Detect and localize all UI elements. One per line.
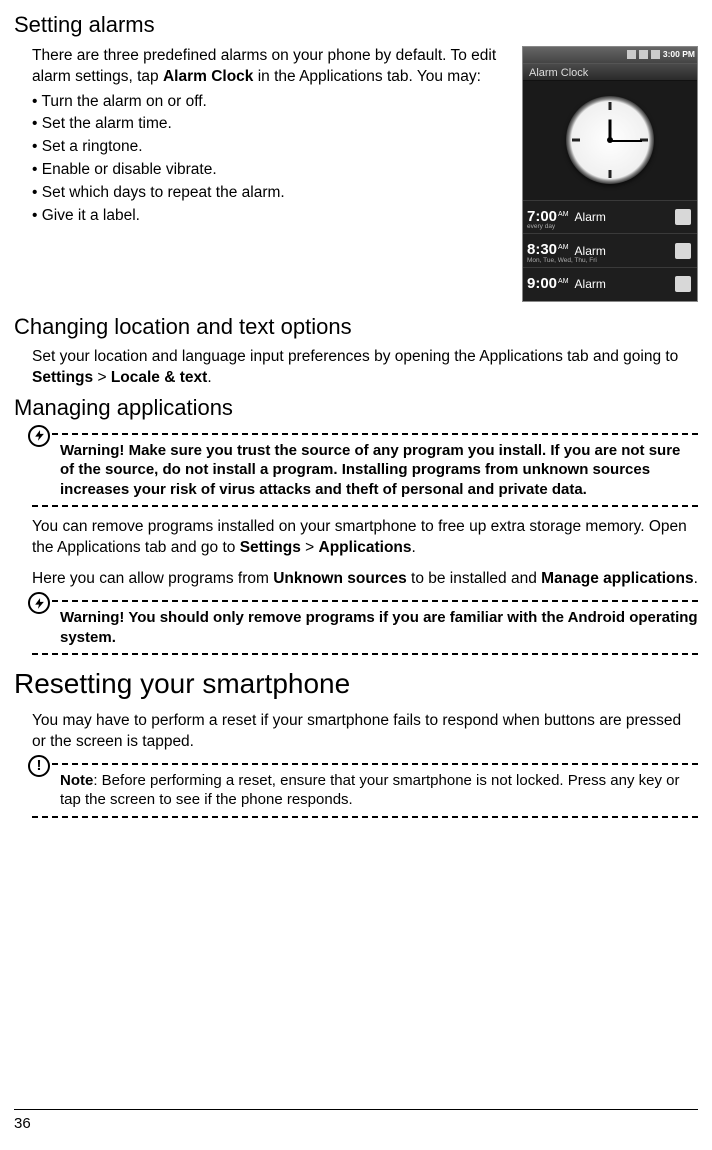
warning-text: Warning! Make sure you trust the source …	[60, 441, 698, 500]
reset-paragraph: You may have to perform a reset if your …	[32, 711, 698, 753]
analog-clock	[523, 81, 697, 200]
bluetooth-icon	[627, 50, 636, 59]
warning-icon	[28, 425, 50, 447]
warning-callout: Warning! You should only remove programs…	[32, 600, 698, 655]
alarm-ampm: AM	[558, 210, 569, 219]
heading-managing-apps: Managing applications	[14, 393, 698, 423]
alarm-time: 9:00	[527, 274, 557, 294]
location-paragraph: Set your location and language input pre…	[32, 347, 698, 389]
remove-programs-paragraph: You can remove programs installed on you…	[32, 517, 698, 559]
alarm-checkbox[interactable]	[675, 209, 691, 225]
note-callout: Note: Before performing a reset, ensure …	[32, 763, 698, 818]
warning-callout: Warning! Make sure you trust the source …	[32, 433, 698, 508]
alarm-days: Mon, Tue, Wed, Thu, Fri	[527, 257, 597, 266]
battery-icon	[651, 50, 660, 59]
heading-location-text: Changing location and text options	[14, 312, 698, 342]
heading-resetting: Resetting your smartphone	[14, 665, 698, 703]
alarm-row[interactable]: 7:00 AM Alarm every day	[523, 200, 697, 234]
alarm-row[interactable]: 8:30 AM Alarm Mon, Tue, Wed, Thu, Fri	[523, 233, 697, 267]
page-footer: 36	[14, 1109, 698, 1134]
warning-icon	[28, 592, 50, 614]
unknown-sources-paragraph: Here you can allow programs from Unknown…	[32, 569, 698, 590]
page-number: 36	[14, 1115, 31, 1132]
app-title: Alarm Clock	[523, 63, 697, 81]
alarm-label: Alarm	[575, 276, 675, 292]
status-bar: 3:00 PM	[523, 47, 697, 63]
alarm-row[interactable]: 9:00 AM Alarm	[523, 267, 697, 301]
note-text: Note: Before performing a reset, ensure …	[60, 771, 698, 810]
alarm-days: every day	[527, 223, 555, 232]
note-icon	[28, 755, 50, 777]
heading-setting-alarms: Setting alarms	[14, 10, 698, 40]
alarm-checkbox[interactable]	[675, 276, 691, 292]
alarm-ampm: AM	[558, 277, 569, 286]
warning-text: Warning! You should only remove programs…	[60, 608, 698, 647]
alarm-label: Alarm	[575, 209, 675, 225]
intro-paragraph: There are three predefined alarms on you…	[32, 46, 512, 88]
alarm-clock-screenshot: 3:00 PM Alarm Clock 7:00 AM Alarm every …	[522, 46, 698, 302]
alarm-ampm: AM	[558, 243, 569, 252]
status-time: 3:00 PM	[663, 49, 695, 60]
alarm-checkbox[interactable]	[675, 243, 691, 259]
signal-icon	[639, 50, 648, 59]
